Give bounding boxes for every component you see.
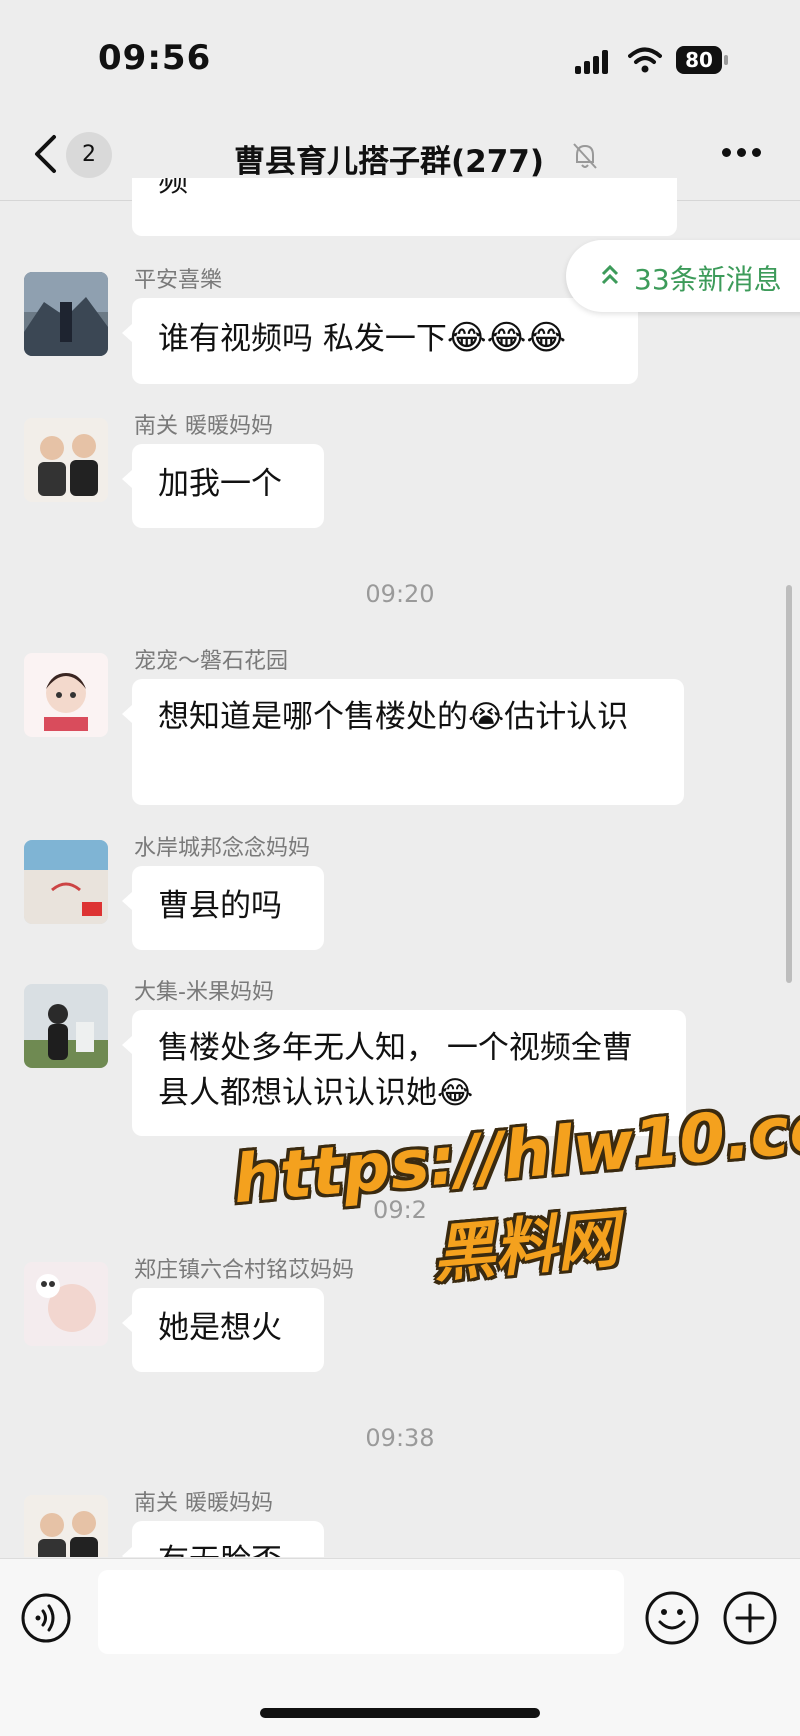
new-messages-banner[interactable]: 33条新消息 bbox=[566, 240, 800, 312]
sender-name: 大集-米果妈妈 bbox=[134, 980, 274, 1005]
message-text: 曹县的吗 bbox=[158, 888, 282, 924]
avatar[interactable] bbox=[24, 653, 108, 737]
plus-circle-icon[interactable] bbox=[722, 1590, 778, 1646]
message-bubble[interactable]: 曹县的吗 bbox=[122, 866, 324, 950]
bell-slash-icon bbox=[573, 143, 597, 169]
smiley-icon[interactable] bbox=[644, 1590, 700, 1646]
message-bubble[interactable]: 加我一个 bbox=[122, 444, 324, 528]
avatar[interactable] bbox=[24, 984, 108, 1068]
message-bubble[interactable]: 谁有视频吗 私发一下😂😂😂 bbox=[122, 298, 638, 384]
unread-count-badge[interactable]: 2 bbox=[66, 132, 112, 178]
message-text: 谁有视频吗 私发一下 bbox=[158, 321, 447, 357]
timestamp: 09:20 bbox=[365, 580, 435, 608]
avatar[interactable] bbox=[24, 418, 108, 502]
sender-name: 郑庄镇六合村铭苡妈妈 bbox=[134, 1258, 355, 1283]
scrollbar[interactable] bbox=[786, 585, 792, 983]
message-text: 想知道是哪个售楼处的😭估计认识 bbox=[158, 699, 629, 735]
ellipsis-icon[interactable] bbox=[722, 148, 762, 158]
chevron-left-icon[interactable] bbox=[32, 134, 58, 174]
cellular-signal-icon bbox=[575, 50, 615, 74]
avatar[interactable] bbox=[24, 840, 108, 924]
avatar[interactable] bbox=[24, 1495, 108, 1557]
message-text: 她是想火 bbox=[158, 1310, 282, 1346]
message-text: 频 bbox=[158, 178, 188, 199]
timestamp: 09:38 bbox=[365, 1424, 435, 1452]
sender-name: 水岸城邦念念妈妈 bbox=[134, 836, 311, 861]
message-bubble[interactable]: 她是想火 bbox=[122, 1288, 324, 1372]
chat-title[interactable]: 曹县育儿搭子群(277) bbox=[234, 136, 544, 181]
new-messages-label: 33条新消息 bbox=[634, 263, 782, 296]
sender-name: 南关 暖暖妈妈 bbox=[134, 1491, 273, 1516]
message-bubble[interactable]: 想知道是哪个售楼处的😭估计认识 bbox=[122, 679, 684, 805]
watermark-name: 黑料网 bbox=[429, 1202, 622, 1291]
double-chevron-up-icon bbox=[601, 264, 619, 285]
message-item: 南关 暖暖妈妈 有无脸否 bbox=[0, 1487, 800, 1557]
message-bubble-partial[interactable]: 频 bbox=[132, 178, 677, 236]
status-time: 09:56 bbox=[98, 38, 212, 78]
avatar[interactable] bbox=[24, 1262, 108, 1346]
message-text: 加我一个 bbox=[158, 466, 282, 502]
message-bubble[interactable]: 有无脸否 bbox=[122, 1521, 324, 1557]
laughing-emoji-icon: 😂😂😂 bbox=[446, 318, 567, 358]
message-input[interactable] bbox=[98, 1570, 624, 1654]
wifi-icon bbox=[628, 47, 662, 73]
message-text: 售楼处多年无人知， 一个视频全曹县人都想认识认识她😂 bbox=[158, 1030, 633, 1111]
voice-icon[interactable] bbox=[20, 1592, 72, 1644]
avatar[interactable] bbox=[24, 272, 108, 356]
home-indicator[interactable] bbox=[260, 1708, 540, 1718]
message-text: 有无脸否 bbox=[158, 1543, 282, 1557]
sender-name: 宠宠～磐石花园 bbox=[134, 649, 289, 674]
battery-indicator: 80 bbox=[676, 46, 728, 74]
sender-name: 平安喜樂 bbox=[134, 268, 223, 293]
sender-name: 南关 暖暖妈妈 bbox=[134, 414, 273, 439]
